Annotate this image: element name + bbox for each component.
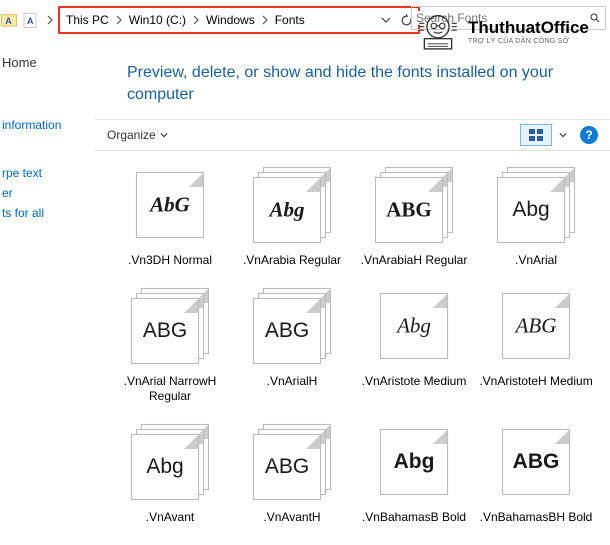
font-item[interactable]: ABG .VnBahamasBH Bold — [475, 424, 597, 525]
window-icons: A A — [0, 11, 58, 29]
organize-label: Organize — [107, 128, 156, 142]
logo-title: ThuthuatOffice — [468, 18, 589, 38]
sidebar-link[interactable]: ts for all — [0, 203, 95, 223]
logo-subtitle: TRỢ LÝ CỦA DÂN CÔNG SỞ — [468, 38, 589, 45]
font-item[interactable]: ABG .VnAvantH — [231, 424, 353, 525]
font-label: .VnAvantH — [231, 510, 353, 525]
font-item[interactable]: ABG .VnArabiaH Regular — [353, 167, 475, 268]
font-label: .VnAristoteH Medium — [475, 374, 597, 389]
font-grid: AbG .Vn3DH Normal Abg .VnArabia Regular ABG.… — [95, 151, 610, 545]
chevron-right-icon — [260, 15, 270, 25]
breadcrumb-item[interactable]: This PC — [64, 13, 111, 27]
font-label: .VnAvant — [109, 510, 231, 525]
font-thumbnail: Abg — [495, 167, 577, 245]
chevron-right-icon — [191, 15, 201, 25]
toolbar: Organize ? — [95, 119, 610, 151]
organize-button[interactable]: Organize — [107, 128, 168, 142]
view-mode-button[interactable] — [520, 124, 552, 146]
breadcrumb-bar[interactable]: This PC Win10 (C:) Windows Fonts — [58, 6, 420, 34]
breadcrumb-item[interactable]: Windows — [204, 13, 257, 27]
breadcrumb-item[interactable]: Fonts — [273, 13, 307, 27]
folder-fonts-icon: A — [0, 11, 18, 29]
sidebar-home[interactable]: Home — [0, 52, 95, 73]
sidebar-link[interactable]: er — [0, 183, 95, 203]
font-label: .VnArial — [475, 253, 597, 268]
font-thumbnail: Abg — [373, 424, 455, 502]
font-label: .VnArabia Regular — [231, 253, 353, 268]
chevron-right-icon — [114, 15, 124, 25]
breadcrumb-item[interactable]: Win10 (C:) — [127, 13, 188, 27]
chevron-down-icon — [559, 131, 567, 139]
sidebar-link[interactable]: information — [0, 115, 95, 135]
watermark-logo: ThuthuatOffice TRỢ LÝ CỦA DÂN CÔNG SỞ — [412, 8, 589, 54]
help-button[interactable]: ? — [580, 126, 598, 144]
font-label: .VnArialH — [231, 374, 353, 389]
font-item[interactable]: Abg .VnArabia Regular — [231, 167, 353, 268]
font-sample: ABG — [254, 319, 320, 343]
font-sample: ABG — [132, 319, 198, 343]
font-item[interactable]: ABG .VnAristoteH Medium — [475, 288, 597, 404]
font-sample: ABG — [503, 314, 569, 339]
font-label: .VnArabiaH Regular — [353, 253, 475, 268]
sidebar: Home information rpe text er ts for all — [0, 40, 95, 539]
logo-face-icon — [412, 8, 464, 54]
svg-text:A: A — [27, 16, 34, 26]
font-sample: AbG — [137, 193, 203, 218]
sidebar-link[interactable]: rpe text — [0, 163, 95, 183]
font-thumbnail: ABG — [495, 424, 577, 502]
font-thumbnail: ABG — [251, 424, 333, 502]
font-sample: Abg — [498, 198, 564, 222]
font-thumbnail: Abg — [251, 167, 333, 245]
font-sample: ABG — [254, 455, 320, 479]
font-item[interactable]: AbG .Vn3DH Normal — [109, 167, 231, 268]
font-thumbnail: ABG — [129, 288, 211, 366]
font-label: .VnBahamasBH Bold — [475, 510, 597, 525]
font-thumbnail: ABG — [373, 167, 455, 245]
font-item[interactable]: Abg .VnAvant — [109, 424, 231, 525]
font-sample: ABG — [503, 450, 569, 474]
font-label: .VnArial NarrowH Regular — [109, 374, 231, 404]
font-sample: ABG — [376, 198, 442, 223]
page-description: Preview, delete, or show and hide the fo… — [127, 62, 587, 105]
font-sample: Abg — [132, 455, 198, 479]
breadcrumb-dropdown[interactable] — [378, 8, 394, 32]
font-thumbnail: Abg — [373, 288, 455, 366]
font-item[interactable]: ABG .VnArial NarrowH Regular — [109, 288, 231, 404]
font-item[interactable]: ABG .VnArialH — [231, 288, 353, 404]
chevron-right-icon — [45, 15, 55, 25]
svg-text:A: A — [5, 16, 12, 26]
font-sample: Abg — [381, 314, 447, 339]
font-sample: Abg — [381, 450, 447, 474]
view-icon — [529, 129, 543, 141]
view-dropdown[interactable] — [556, 124, 570, 146]
font-sample: Abg — [254, 198, 320, 223]
file-font-icon: A — [21, 11, 39, 29]
font-item[interactable]: Abg .VnBahamasB Bold — [353, 424, 475, 525]
font-label: .VnBahamasB Bold — [353, 510, 475, 525]
chevron-down-icon — [160, 131, 168, 139]
font-label: .Vn3DH Normal — [109, 253, 231, 268]
font-item[interactable]: Abg .VnArial — [475, 167, 597, 268]
font-label: .VnAristote Medium — [353, 374, 475, 389]
font-item[interactable]: Abg .VnAristote Medium — [353, 288, 475, 404]
font-thumbnail: Abg — [129, 424, 211, 502]
font-thumbnail: AbG — [129, 167, 211, 245]
font-thumbnail: ABG — [495, 288, 577, 366]
font-thumbnail: ABG — [251, 288, 333, 366]
